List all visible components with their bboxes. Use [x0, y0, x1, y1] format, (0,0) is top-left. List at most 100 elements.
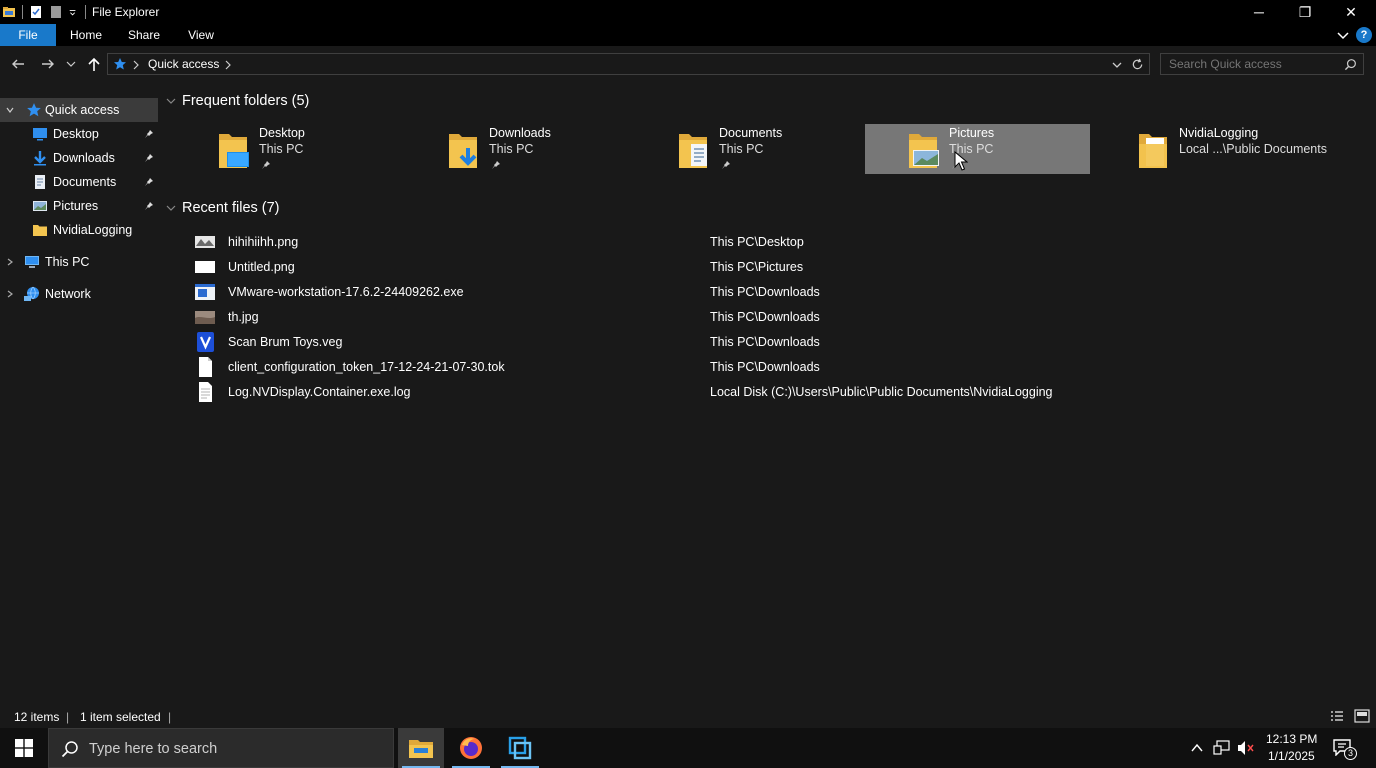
sidebar-item-documents[interactable]: Documents	[0, 170, 158, 194]
pin-icon	[145, 130, 153, 138]
sidebar-item-label: Documents	[53, 175, 117, 189]
expand-ribbon-chevron-icon[interactable]	[1336, 28, 1350, 42]
downloads-arrow-icon	[34, 151, 46, 166]
show-hidden-icons-chevron-icon[interactable]	[1190, 741, 1204, 755]
content-pane: Frequent folders (5) Desktop This PC Dow…	[158, 82, 1376, 704]
sidebar-item-downloads[interactable]: Downloads	[0, 146, 158, 170]
sidebar-item-pictures[interactable]: Pictures	[0, 194, 158, 218]
taskbar-search-box[interactable]: Type here to search	[48, 728, 394, 768]
this-pc-icon	[25, 256, 39, 268]
recent-file-row[interactable]: Log.NVDisplay.Container.exe.log Local Di…	[190, 380, 1190, 405]
recent-file-row[interactable]: th.jpg This PC\Downloads	[190, 305, 1190, 330]
tab-home[interactable]: Home	[62, 24, 110, 46]
status-bar: 12 items | 1 item selected |	[0, 704, 1376, 728]
tab-share[interactable]: Share	[120, 24, 168, 46]
recent-file-row[interactable]: Untitled.png This PC\Pictures	[190, 255, 1190, 280]
sidebar-item-desktop[interactable]: Desktop	[0, 122, 158, 146]
clock-date[interactable]: 1/1/2025	[1268, 749, 1315, 763]
taskbar-app-vmware[interactable]	[497, 728, 543, 768]
breadcrumb-chevron-icon[interactable]	[132, 60, 140, 70]
frequent-folders-header[interactable]: Frequent folders (5)	[166, 91, 309, 111]
network-status-icon[interactable]	[1213, 740, 1231, 756]
folder-name: Documents	[719, 126, 783, 140]
search-box[interactable]	[1160, 53, 1364, 75]
sidebar-item-label: Network	[45, 287, 91, 301]
minimize-button[interactable]: ─	[1236, 0, 1282, 24]
new-folder-icon[interactable]	[49, 5, 63, 19]
action-center-button[interactable]: 3	[1332, 738, 1357, 760]
refresh-icon[interactable]	[1131, 58, 1144, 71]
close-button[interactable]: ✕	[1328, 0, 1374, 24]
file-name: client_configuration_token_17-12-24-21-0…	[228, 360, 505, 374]
pictures-icon	[33, 201, 47, 211]
quick-access-star-icon	[114, 58, 126, 70]
back-button[interactable]	[8, 54, 28, 74]
folder-location: This PC	[489, 142, 534, 156]
clock-time[interactable]: 12:13 PM	[1266, 732, 1317, 746]
group-collapse-chevron-icon[interactable]	[166, 96, 176, 106]
forward-arrow-icon	[42, 59, 54, 69]
pin-icon	[262, 161, 270, 169]
taskbar-app-file-explorer[interactable]	[398, 728, 444, 768]
address-dropdown-chevron-icon[interactable]	[1111, 59, 1123, 71]
folder-tile-nvidialogging[interactable]: NvidiaLogging Local ...\Public Documents	[1095, 124, 1327, 174]
help-icon[interactable]: ?	[1356, 27, 1372, 43]
volume-muted-icon[interactable]	[1237, 740, 1255, 756]
sidebar-item-this-pc[interactable]: This PC	[0, 250, 158, 274]
group-collapse-chevron-icon[interactable]	[166, 203, 176, 213]
forward-button[interactable]	[38, 54, 58, 74]
sidebar-item-network[interactable]: Network	[0, 282, 158, 306]
desktop-icon	[33, 128, 47, 141]
recent-file-row[interactable]: Scan Brum Toys.veg This PC\Downloads	[190, 330, 1190, 355]
expand-chevron-icon[interactable]	[6, 258, 14, 266]
close-icon: ✕	[1345, 3, 1357, 20]
folder-tile-desktop[interactable]: Desktop This PC	[175, 124, 400, 174]
recent-file-row[interactable]: VMware-workstation-17.6.2-24409262.exe T…	[190, 280, 1190, 305]
notification-count-badge: 3	[1344, 747, 1357, 760]
start-button[interactable]	[0, 728, 48, 768]
customize-toolbar-chevron-icon[interactable]	[69, 5, 79, 19]
status-separator: |	[66, 710, 70, 724]
recent-file-row[interactable]: client_configuration_token_17-12-24-21-0…	[190, 355, 1190, 380]
sidebar-item-nvidialogging[interactable]: NvidiaLogging	[0, 218, 158, 242]
file-name: Untitled.png	[228, 260, 295, 274]
folder-name: Downloads	[489, 126, 551, 140]
properties-icon[interactable]	[29, 5, 43, 19]
photo-icon	[195, 311, 215, 324]
sidebar-item-label: Desktop	[53, 127, 99, 141]
mouse-cursor-icon	[954, 151, 968, 171]
large-icons-view-icon[interactable]	[1354, 709, 1370, 723]
search-icon[interactable]	[1344, 58, 1357, 71]
search-input[interactable]	[1169, 57, 1339, 71]
up-button[interactable]	[84, 54, 104, 74]
folder-tile-downloads[interactable]: Downloads This PC	[405, 124, 630, 174]
recent-files-header[interactable]: Recent files (7)	[166, 198, 280, 218]
documents-folder-icon	[679, 134, 707, 168]
folder-tile-documents[interactable]: Documents This PC	[635, 124, 860, 174]
recent-file-row[interactable]: hihihiihh.png This PC\Desktop	[190, 230, 1190, 255]
collapse-chevron-icon[interactable]	[6, 106, 14, 114]
explorer-app-icon	[3, 7, 15, 17]
toolbar-separator	[22, 5, 23, 19]
network-icon	[24, 286, 39, 301]
sidebar-item-label: Downloads	[53, 151, 115, 165]
vmware-icon	[508, 736, 532, 760]
taskbar-app-firefox[interactable]	[448, 728, 494, 768]
address-bar[interactable]: Quick access	[107, 53, 1150, 75]
minimize-icon: ─	[1254, 4, 1264, 20]
expand-chevron-icon[interactable]	[6, 290, 14, 298]
folder-name: Desktop	[259, 126, 305, 140]
details-view-icon[interactable]	[1330, 710, 1344, 722]
folder-tile-pictures[interactable]: Pictures This PC	[865, 124, 1090, 174]
maximize-button[interactable]: ❐	[1282, 0, 1328, 24]
tab-view[interactable]: View	[178, 24, 224, 46]
downloads-folder-icon	[449, 134, 477, 168]
breadcrumb-quick-access[interactable]: Quick access	[148, 57, 219, 71]
file-location: This PC\Downloads	[710, 285, 820, 299]
sidebar-item-label: Pictures	[53, 199, 99, 213]
sidebar-item-quick-access[interactable]: Quick access	[0, 98, 158, 122]
tab-file[interactable]: File	[0, 24, 56, 46]
breadcrumb-chevron-icon[interactable]	[224, 60, 232, 70]
recent-locations-button[interactable]	[64, 54, 78, 74]
desktop-folder-icon	[219, 134, 249, 168]
